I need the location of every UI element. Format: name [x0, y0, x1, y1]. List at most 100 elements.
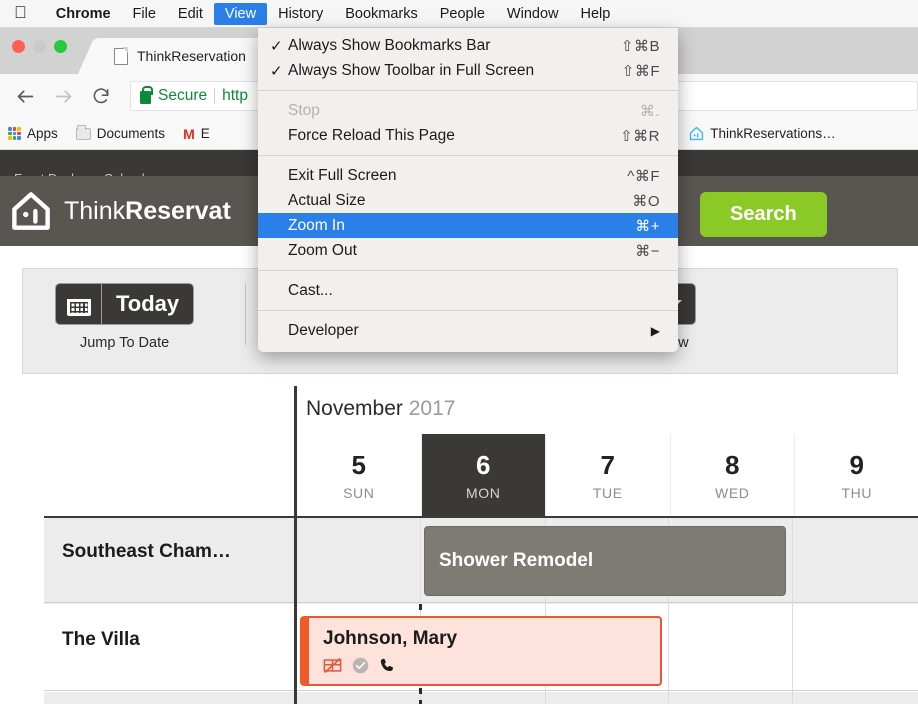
- menu-item-shortcut: ⇧⌘B: [620, 37, 660, 55]
- gmail-icon: M: [183, 125, 195, 142]
- menu-item-label: Exit Full Screen: [288, 166, 397, 184]
- app-logo[interactable]: ThinkReservat: [10, 190, 231, 232]
- menu-item-shortcut: ⌘.: [639, 102, 660, 120]
- menu-item-label: Force Reload This Page: [288, 126, 455, 144]
- menubar-item-edit[interactable]: Edit: [167, 3, 214, 25]
- menubar-item-view[interactable]: View: [213, 2, 268, 25]
- submenu-arrow-icon: ▶: [650, 323, 660, 338]
- calendar-picker-button[interactable]: [55, 283, 101, 325]
- page-favicon-icon: [114, 47, 129, 65]
- reload-button[interactable]: [84, 79, 118, 113]
- check-circle-icon[interactable]: [352, 657, 369, 674]
- back-button[interactable]: [8, 79, 42, 113]
- day-name: THU: [841, 484, 873, 501]
- menu-item-label: Always Show Bookmarks Bar: [288, 36, 491, 54]
- bookmark-label: Documents: [96, 126, 166, 141]
- window-traffic-lights: [12, 40, 67, 53]
- day-header-8[interactable]: 8 WED: [669, 434, 795, 516]
- today-button[interactable]: Today: [101, 283, 195, 325]
- menu-item-label: Zoom In: [288, 216, 345, 234]
- calendar-hline: [44, 516, 918, 518]
- menu-item-label: Developer: [288, 321, 359, 339]
- day-number: 7: [600, 449, 615, 480]
- menu-item-shortcut: ⌘+: [635, 217, 660, 235]
- menu-item-zoom-in[interactable]: Zoom In ⌘+: [258, 213, 678, 238]
- reservation-block[interactable]: Johnson, Mary: [300, 616, 662, 686]
- arrow-right-icon: [55, 89, 71, 103]
- menu-item-always-show-bookmarks-bar[interactable]: ✓ Always Show Bookmarks Bar ⇧⌘B: [258, 33, 678, 58]
- bookmark-thinkreservations[interactable]: ThinkReservations…: [689, 126, 836, 141]
- url-text: http: [222, 87, 248, 104]
- menu-item-label: Always Show Toolbar in Full Screen: [288, 61, 535, 79]
- day-number: 8: [725, 449, 740, 480]
- bookmark-apps[interactable]: Apps: [8, 126, 58, 141]
- day-header-7[interactable]: 7 TUE: [545, 434, 670, 516]
- maximize-window-button[interactable]: [54, 40, 67, 53]
- menubar-item-chrome[interactable]: Chrome: [45, 3, 122, 25]
- apps-grid-icon: [8, 127, 21, 140]
- day-header-5[interactable]: 5 SUN: [296, 434, 421, 516]
- menu-item-actual-size[interactable]: Actual Size ⌘O: [258, 188, 678, 213]
- search-button[interactable]: Search: [700, 192, 827, 237]
- calendar-vline: [792, 518, 793, 704]
- menu-item-shortcut: ^⌘F: [627, 167, 660, 185]
- menu-divider: [258, 310, 678, 311]
- menu-item-label: Stop: [288, 101, 320, 119]
- bookmark-gmail[interactable]: M E: [183, 126, 210, 142]
- minimize-window-button[interactable]: [33, 40, 46, 53]
- menu-item-exit-full-screen[interactable]: Exit Full Screen ^⌘F: [258, 163, 678, 188]
- day-header-9[interactable]: 9 THU: [794, 434, 918, 516]
- apple-logo-icon[interactable]: : [14, 4, 27, 21]
- menu-item-shortcut: ⌘−: [635, 242, 660, 260]
- browser-tab-title: ThinkReservation: [137, 48, 246, 64]
- checkmark-icon: ✓: [270, 62, 283, 80]
- menubar-item-history[interactable]: History: [267, 3, 334, 25]
- menu-item-developer[interactable]: Developer ▶: [258, 318, 678, 343]
- day-name: WED: [715, 484, 750, 501]
- menu-item-cast[interactable]: Cast...: [258, 278, 678, 303]
- calendar-row-background: [44, 692, 918, 704]
- thinkreservations-icon: [690, 126, 704, 141]
- menubar-item-window[interactable]: Window: [496, 3, 570, 25]
- menubar-item-file[interactable]: File: [122, 3, 167, 25]
- screen-root: ThinkReservation Secure http Apps Docume…: [0, 0, 918, 704]
- bookmark-documents[interactable]: Documents: [75, 124, 166, 141]
- thinkreservations-house-icon: [12, 192, 50, 230]
- maintenance-block[interactable]: Shower Remodel: [424, 526, 786, 596]
- lock-icon: [140, 85, 153, 104]
- reload-icon: [93, 88, 109, 104]
- room-name: Southeast Cham…: [62, 541, 231, 562]
- calendar-hline: [44, 602, 918, 603]
- jump-to-date-group: Today Jump To Date: [55, 283, 195, 351]
- menubar-item-people[interactable]: People: [429, 3, 496, 25]
- menubar-item-bookmarks[interactable]: Bookmarks: [334, 3, 429, 25]
- menu-item-force-reload-this-page[interactable]: Force Reload This Page ⇧⌘R: [258, 123, 678, 148]
- menu-item-always-show-toolbar-in-full-screen[interactable]: ✓ Always Show Toolbar in Full Screen ⇧⌘F: [258, 58, 678, 83]
- day-name: SUN: [343, 484, 375, 501]
- calendar-month-label: November 2017: [306, 397, 456, 420]
- day-header-6[interactable]: 6 MON: [420, 434, 545, 516]
- jump-to-date-caption: Jump To Date: [79, 335, 170, 351]
- menu-item-shortcut: ⇧⌘R: [620, 127, 660, 145]
- day-name: MON: [466, 484, 501, 501]
- day-number: 6: [476, 449, 491, 480]
- bookmark-label: ThinkReservations…: [710, 126, 836, 141]
- forward-button[interactable]: [46, 79, 80, 113]
- menubar-item-help[interactable]: Help: [569, 3, 621, 25]
- app-brand-name: ThinkReservat: [64, 196, 231, 225]
- no-housekeeping-icon[interactable]: [323, 657, 342, 674]
- close-window-button[interactable]: [12, 40, 25, 53]
- menu-item-zoom-out[interactable]: Zoom Out ⌘−: [258, 238, 678, 263]
- calendar-day-headers: 5 SUN 6 MON 7 TUE 8 WED 9 THU: [296, 434, 918, 516]
- menu-divider: [258, 270, 678, 271]
- menu-item-stop: Stop ⌘.: [258, 98, 678, 123]
- guest-name: Johnson, Mary: [323, 628, 458, 649]
- security-label: Secure: [158, 87, 208, 104]
- maintenance-title: Shower Remodel: [439, 550, 594, 571]
- view-dropdown-menu: ✓ Always Show Bookmarks Bar ⇧⌘B ✓ Always…: [258, 28, 678, 352]
- reservation-icons: [323, 657, 660, 674]
- phone-icon[interactable]: [379, 657, 396, 674]
- checkmark-icon: ✓: [270, 37, 283, 55]
- calendar-hline: [44, 690, 918, 691]
- calendar-room-column-divider: [294, 386, 297, 704]
